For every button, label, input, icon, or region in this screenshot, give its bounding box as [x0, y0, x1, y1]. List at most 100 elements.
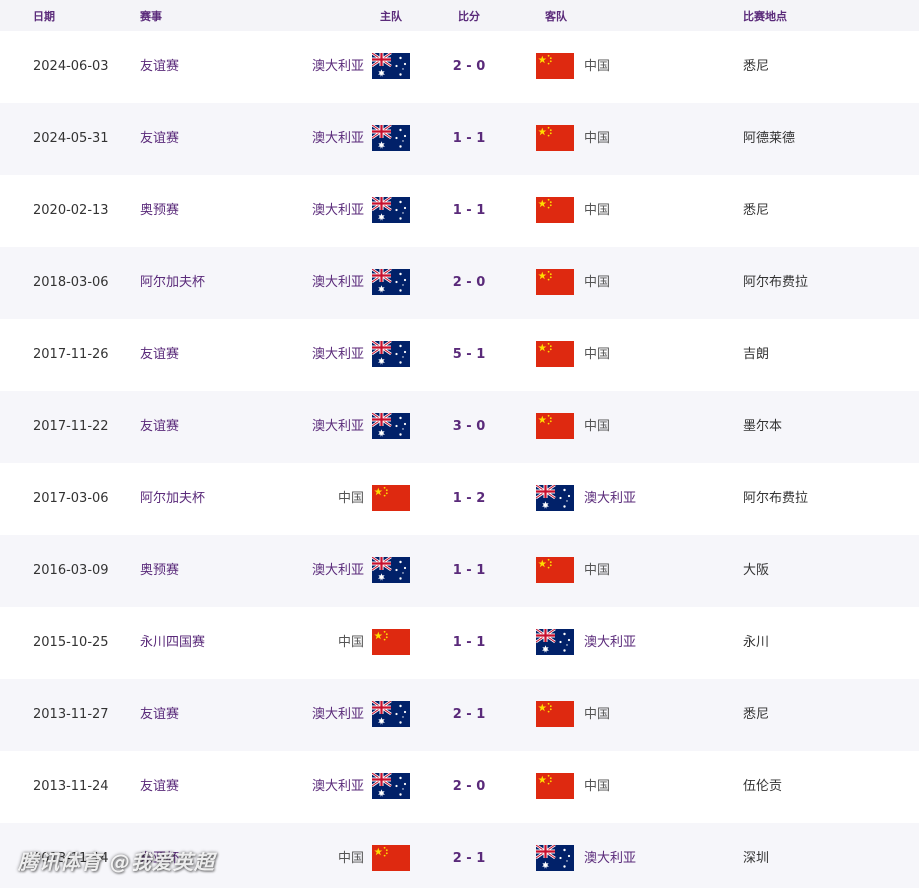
- match-event-link[interactable]: 永川四国赛: [140, 607, 205, 679]
- away-team-name[interactable]: 中国: [584, 535, 610, 607]
- match-score[interactable]: 1 - 2: [438, 463, 500, 535]
- home-team-flag: [372, 197, 410, 223]
- china-flag-icon: [536, 557, 574, 583]
- header-event: 赛事: [140, 10, 162, 23]
- match-event-link[interactable]: 友谊赛: [140, 751, 179, 823]
- away-team-name[interactable]: 澳大利亚: [584, 823, 636, 888]
- match-venue: 大阪: [743, 563, 770, 578]
- match-score[interactable]: 1 - 1: [438, 607, 500, 679]
- match-date: 2024-06-03: [33, 59, 109, 74]
- australia-flag-icon: [372, 773, 410, 799]
- home-team-name[interactable]: 澳大利亚: [312, 391, 364, 463]
- home-team-flag: [372, 773, 410, 799]
- match-event-link[interactable]: 友谊赛: [140, 103, 179, 175]
- away-team-flag: [536, 773, 574, 799]
- home-team-name[interactable]: 中国: [338, 607, 364, 679]
- match-venue: 伍伦贡: [743, 779, 783, 794]
- match-event-link[interactable]: 友谊赛: [140, 679, 179, 751]
- china-flag-icon: [536, 269, 574, 295]
- china-flag-icon: [372, 629, 410, 655]
- match-venue: 永川: [743, 635, 770, 650]
- match-score[interactable]: 2 - 0: [438, 31, 500, 103]
- australia-flag-icon: [372, 557, 410, 583]
- away-team-flag: [536, 269, 574, 295]
- table-row: 2017-03-06 阿尔加夫杯 中国 1 - 2 澳大利亚 阿尔布费拉: [0, 463, 919, 535]
- away-team-flag: [536, 845, 574, 871]
- match-score[interactable]: 1 - 1: [438, 103, 500, 175]
- home-team-flag: [372, 557, 410, 583]
- match-score[interactable]: 2 - 1: [438, 823, 500, 888]
- home-team-name[interactable]: 中国: [338, 823, 364, 888]
- match-score[interactable]: 3 - 0: [438, 391, 500, 463]
- header-date: 日期: [33, 10, 55, 23]
- table-row: 2013-11-24 友谊赛 澳大利亚 2 - 0 中国 伍伦贡: [0, 751, 919, 823]
- table-row: 2013-11-27 友谊赛 澳大利亚 2 - 1 中国 悉尼: [0, 679, 919, 751]
- match-date: 2013-11-24: [33, 779, 109, 794]
- away-team-name[interactable]: 中国: [584, 391, 610, 463]
- match-event-link[interactable]: 阿尔加夫杯: [140, 247, 205, 319]
- home-team-name[interactable]: 澳大利亚: [312, 535, 364, 607]
- match-event-link[interactable]: 友谊赛: [140, 319, 179, 391]
- table-row: 2016-03-09 奥预赛 澳大利亚 1 - 1 中国 大阪: [0, 535, 919, 607]
- match-date: 2020-02-13: [33, 203, 109, 218]
- away-team-name[interactable]: 中国: [584, 175, 610, 247]
- table-row: 2017-11-26 友谊赛 澳大利亚 5 - 1 中国 吉朗: [0, 319, 919, 391]
- match-event-link[interactable]: 阿尔加夫杯: [140, 463, 205, 535]
- away-team-name[interactable]: 中国: [584, 319, 610, 391]
- home-team-name[interactable]: 澳大利亚: [312, 247, 364, 319]
- match-venue: 悉尼: [743, 707, 770, 722]
- watermark: 腾讯体育 @我爱英超: [18, 850, 215, 874]
- china-flag-icon: [536, 197, 574, 223]
- home-team-flag: [372, 341, 410, 367]
- match-venue: 吉朗: [743, 347, 770, 362]
- away-team-flag: [536, 629, 574, 655]
- home-team-name[interactable]: 澳大利亚: [312, 679, 364, 751]
- away-team-flag: [536, 413, 574, 439]
- match-date: 2024-05-31: [33, 131, 109, 146]
- home-team-name[interactable]: 澳大利亚: [312, 31, 364, 103]
- table-row: 2017-11-22 友谊赛 澳大利亚 3 - 0 中国 墨尔本: [0, 391, 919, 463]
- home-team-name[interactable]: 中国: [338, 463, 364, 535]
- head-to-head-table: 日期 赛事 主队 比分 客队 比赛地点 2024-06-03 友谊赛 澳大利亚 2 -…: [0, 0, 919, 888]
- australia-flag-icon: [372, 341, 410, 367]
- home-team-name[interactable]: 澳大利亚: [312, 319, 364, 391]
- table-header: 日期 赛事 主队 比分 客队 比赛地点: [0, 0, 919, 31]
- home-team-flag: [372, 125, 410, 151]
- match-score[interactable]: 2 - 0: [438, 247, 500, 319]
- home-team-name[interactable]: 澳大利亚: [312, 751, 364, 823]
- match-score[interactable]: 5 - 1: [438, 319, 500, 391]
- match-event-link[interactable]: 奥预赛: [140, 175, 179, 247]
- away-team-flag: [536, 125, 574, 151]
- header-away-team: 客队: [545, 10, 567, 23]
- table-body: 2024-06-03 友谊赛 澳大利亚 2 - 0 中国 悉尼 2024-05-31 友谊赛澳…: [0, 31, 919, 888]
- away-team-name[interactable]: 中国: [584, 247, 610, 319]
- australia-flag-icon: [536, 845, 574, 871]
- australia-flag-icon: [372, 413, 410, 439]
- australia-flag-icon: [372, 125, 410, 151]
- match-event-link[interactable]: 奥预赛: [140, 535, 179, 607]
- away-team-name[interactable]: 中国: [584, 31, 610, 103]
- home-team-flag: [372, 485, 410, 511]
- match-score[interactable]: 1 - 1: [438, 535, 500, 607]
- away-team-name[interactable]: 中国: [584, 751, 610, 823]
- table-row: 2024-05-31 友谊赛 澳大利亚 1 - 1 中国 阿德莱德: [0, 103, 919, 175]
- match-event-link[interactable]: 友谊赛: [140, 31, 179, 103]
- away-team-name[interactable]: 中国: [584, 103, 610, 175]
- away-team-name[interactable]: 澳大利亚: [584, 463, 636, 535]
- match-date: 2018-03-06: [33, 275, 109, 290]
- away-team-name[interactable]: 澳大利亚: [584, 607, 636, 679]
- table-row: 2024-06-03 友谊赛 澳大利亚 2 - 0 中国 悉尼: [0, 31, 919, 103]
- match-score[interactable]: 2 - 1: [438, 679, 500, 751]
- away-team-flag: [536, 557, 574, 583]
- match-date: 2017-03-06: [33, 491, 109, 506]
- match-venue: 悉尼: [743, 203, 770, 218]
- match-score[interactable]: 1 - 1: [438, 175, 500, 247]
- home-team-name[interactable]: 澳大利亚: [312, 175, 364, 247]
- match-venue: 墨尔本: [743, 419, 783, 434]
- away-team-flag: [536, 485, 574, 511]
- away-team-flag: [536, 341, 574, 367]
- away-team-name[interactable]: 中国: [584, 679, 610, 751]
- match-score[interactable]: 2 - 0: [438, 751, 500, 823]
- home-team-name[interactable]: 澳大利亚: [312, 103, 364, 175]
- match-event-link[interactable]: 友谊赛: [140, 391, 179, 463]
